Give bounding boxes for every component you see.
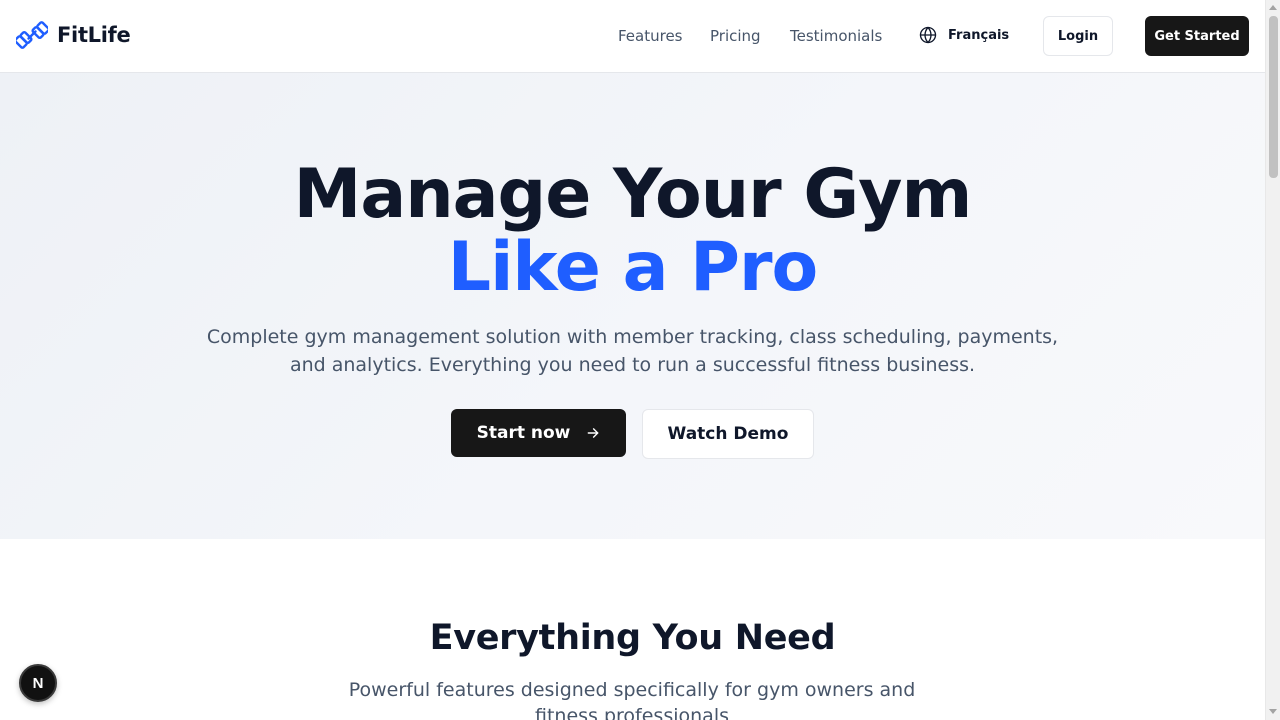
nav-link-features[interactable]: Features bbox=[618, 27, 683, 45]
dev-tools-button[interactable]: N bbox=[19, 664, 57, 702]
brand-logo[interactable]: FitLife bbox=[16, 19, 131, 51]
watch-demo-button[interactable]: Watch Demo bbox=[642, 409, 814, 459]
features-title: Everything You Need bbox=[429, 618, 836, 658]
login-button[interactable]: Login bbox=[1043, 16, 1113, 56]
dev-tools-letter: N bbox=[32, 674, 44, 692]
get-started-button[interactable]: Get Started bbox=[1145, 16, 1249, 56]
scroll-down-arrow-icon[interactable] bbox=[1269, 709, 1277, 714]
vertical-scrollbar[interactable] bbox=[1265, 0, 1280, 720]
language-switcher[interactable]: Français bbox=[919, 26, 1009, 44]
nav-link-pricing[interactable]: Pricing bbox=[710, 27, 761, 45]
hero-title-highlight: Like a Pro bbox=[447, 228, 818, 307]
scroll-up-arrow-icon[interactable] bbox=[1269, 5, 1277, 10]
start-now-button[interactable]: Start now bbox=[451, 409, 626, 457]
globe-icon bbox=[919, 26, 937, 44]
landing-page: FitLife Features Pricing Testimonials Fr… bbox=[0, 0, 1265, 720]
start-now-label: Start now bbox=[476, 423, 571, 443]
hero-title: Manage Your Gym bbox=[293, 155, 973, 234]
scrollbar-thumb[interactable] bbox=[1269, 16, 1278, 178]
brand-name: FitLife bbox=[57, 23, 131, 47]
dumbbell-icon bbox=[16, 21, 48, 49]
hero-section: Manage Your Gym Like a Pro Complete gym … bbox=[0, 73, 1265, 539]
site-header: FitLife Features Pricing Testimonials Fr… bbox=[0, 0, 1265, 73]
arrow-right-icon bbox=[588, 428, 599, 438]
features-subtitle: Powerful features designed specifically … bbox=[348, 679, 916, 720]
language-label: Français bbox=[948, 27, 1010, 43]
hero-subtitle: Complete gym management solution with me… bbox=[206, 326, 1059, 376]
nav-link-testimonials[interactable]: Testimonials bbox=[790, 27, 882, 45]
